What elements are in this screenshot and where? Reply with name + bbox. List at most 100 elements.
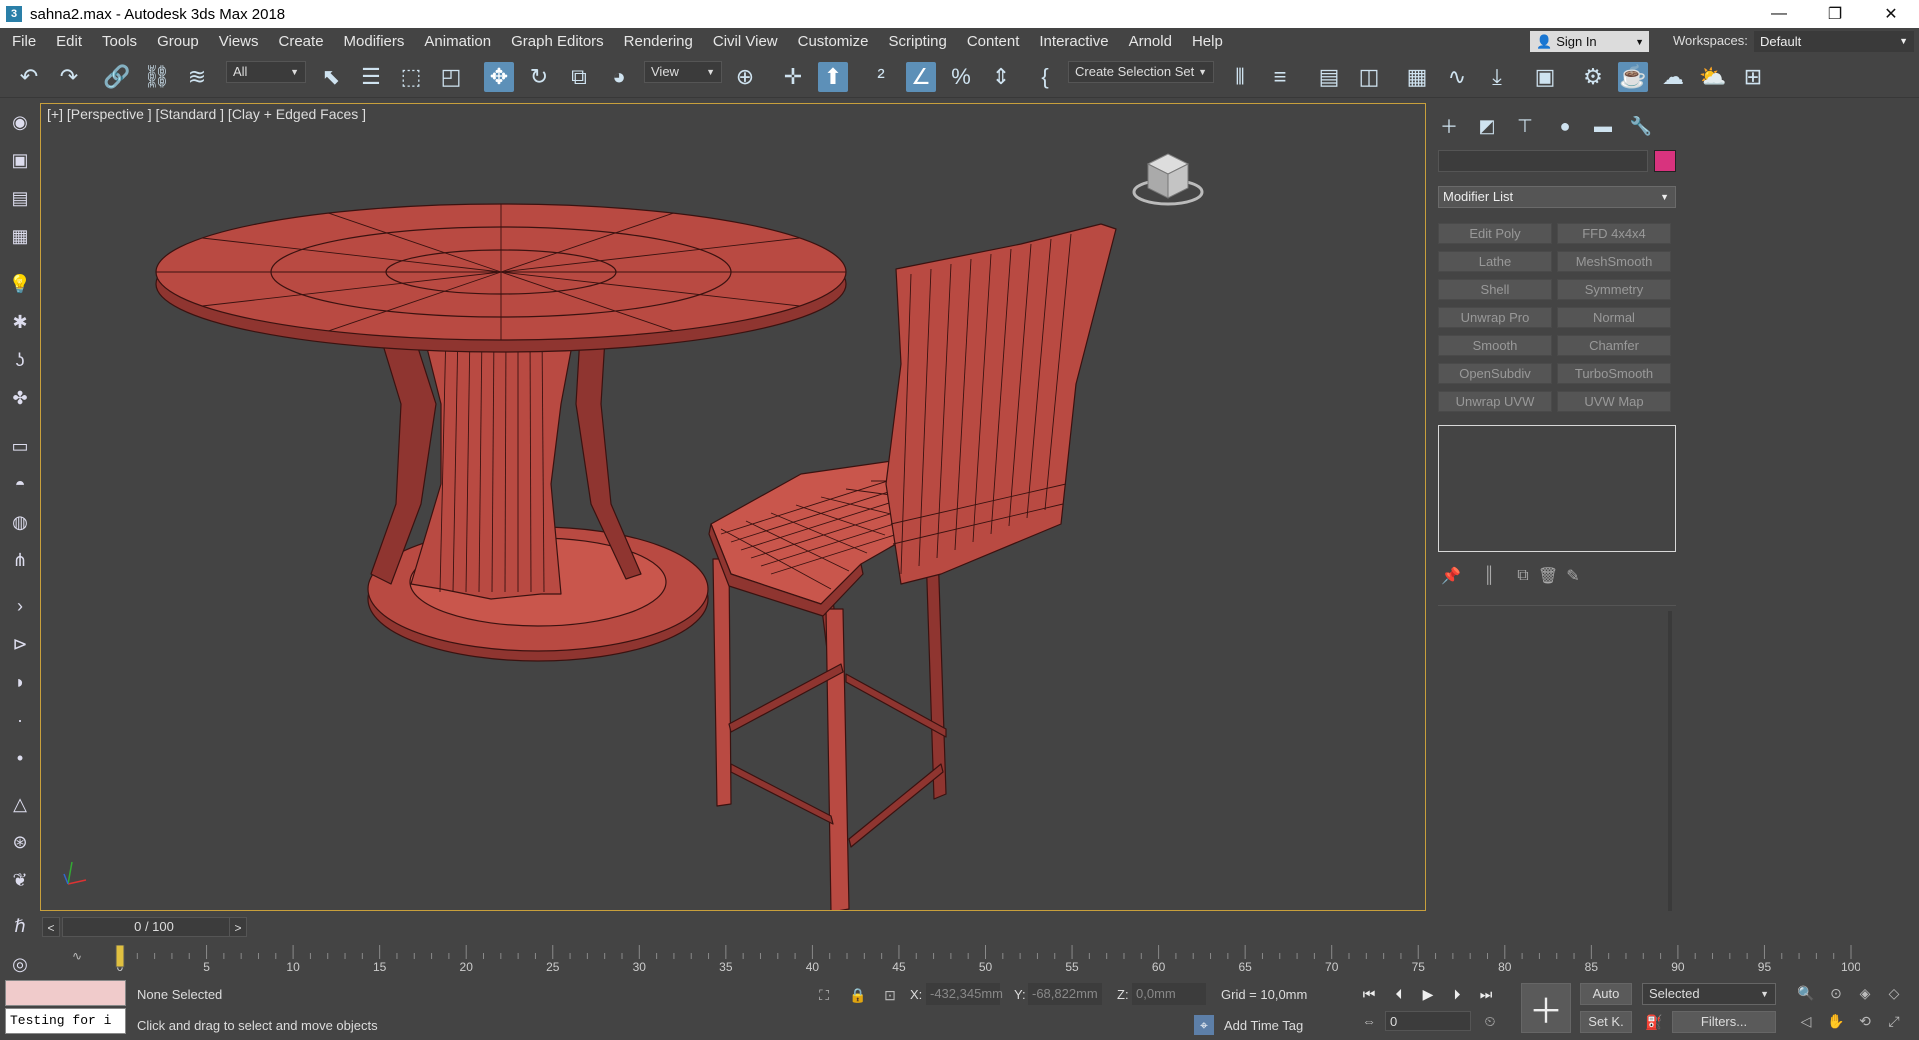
unlink-icon[interactable]: ⛓ [142, 62, 172, 92]
go-to-end-icon[interactable]: ⏭ [1476, 983, 1496, 1005]
scene-explorer-icon[interactable]: ▤ [1314, 62, 1344, 92]
box-icon[interactable]: ▭ [8, 434, 32, 458]
filters-button[interactable]: Filters... [1672, 1011, 1776, 1033]
menu-views[interactable]: Views [209, 28, 269, 56]
display-tab-icon[interactable]: ▬ [1588, 111, 1618, 141]
triangle-icon[interactable]: △ [8, 792, 32, 816]
red-dot-icon[interactable]: • [8, 746, 32, 770]
pin-stack-icon[interactable]: 📌 [1440, 565, 1462, 587]
menu-interactive[interactable]: Interactive [1029, 28, 1118, 56]
modifier-button-normal[interactable]: Normal [1557, 307, 1671, 328]
set-key-big-icon[interactable]: ＋ [1521, 983, 1571, 1033]
auto-key-button[interactable]: Auto [1580, 983, 1632, 1005]
mirror-icon[interactable]: ⫴ [1225, 62, 1255, 92]
edit-named-selection-icon[interactable]: { [1030, 62, 1060, 92]
a360-gallery-icon[interactable]: ⊞ [1738, 62, 1768, 92]
named-selection-set-dropdown[interactable]: Create Selection Set ▼ [1068, 61, 1214, 83]
pan-view-icon[interactable]: ✋ [1826, 1011, 1846, 1031]
next-frame-icon[interactable]: ⏵ [1447, 983, 1467, 1005]
time-slider[interactable]: 0 / 100 [62, 917, 246, 937]
eye-icon[interactable]: ◉ [8, 110, 32, 134]
object-name-field[interactable] [1438, 150, 1648, 172]
viewcube-icon[interactable] [1132, 153, 1204, 206]
spinner-snap-icon[interactable]: ⇕ [986, 62, 1016, 92]
selection-filter-dropdown[interactable]: All ▼ [226, 61, 306, 83]
modifier-button-meshsmooth[interactable]: MeshSmooth [1557, 251, 1671, 272]
configure-modifier-sets-icon[interactable]: ✎ [1562, 565, 1584, 587]
perspective-viewport[interactable]: [+] [Perspective ] [Standard ] [Clay + E… [40, 103, 1426, 911]
time-slider-next-button[interactable]: > [229, 917, 247, 937]
restore-button[interactable]: ❐ [1807, 0, 1863, 28]
menu-content[interactable]: Content [957, 28, 1030, 56]
modifier-button-symmetry[interactable]: Symmetry [1557, 279, 1671, 300]
motion-tab-icon[interactable]: ● [1550, 111, 1580, 141]
orbit-icon[interactable]: ⟲ [1855, 1011, 1875, 1031]
curve-editor-icon[interactable]: ∿ [1442, 62, 1472, 92]
select-and-rotate-icon[interactable]: ↻ [524, 62, 554, 92]
remove-modifier-icon[interactable]: 🗑 [1537, 565, 1559, 587]
zoom-all-icon[interactable]: ⊙ [1826, 983, 1846, 1003]
grass-icon[interactable]: ⋔ [8, 548, 32, 572]
menu-modifiers[interactable]: Modifiers [334, 28, 415, 56]
x-coord-field[interactable]: -432,345mm [926, 983, 1003, 1005]
create-tab-icon[interactable]: ＋ [1434, 111, 1464, 141]
time-configuration-icon[interactable]: ⏲ [1480, 1011, 1500, 1031]
plant-icon[interactable]: ❦ [8, 868, 32, 892]
z-coord-field[interactable]: 0,0mm [1132, 983, 1206, 1005]
menu-scripting[interactable]: Scripting [878, 28, 956, 56]
keyboard-shortcut-override-icon[interactable]: ⬆ [818, 62, 848, 92]
arrow-right-icon[interactable]: › [8, 594, 32, 618]
zoom-icon[interactable]: 🔍 [1796, 983, 1816, 1003]
menu-customize[interactable]: Customize [788, 28, 879, 56]
sphere-icon[interactable]: ◍ [8, 510, 32, 534]
select-and-place-icon[interactable]: ◕ [604, 62, 634, 92]
play-icon[interactable]: ▶ [1418, 983, 1438, 1005]
selection-lock-icon[interactable]: 🔒 [848, 985, 868, 1005]
angle-snap-icon[interactable]: ∠ [906, 62, 936, 92]
select-manipulate-icon[interactable]: ✛ [778, 62, 808, 92]
go-to-start-icon[interactable]: ⏮ [1359, 983, 1379, 1005]
maxscript-mini-listener[interactable]: Testing for i [5, 1008, 126, 1034]
layer-explorer-icon[interactable]: ◫ [1354, 62, 1384, 92]
close-button[interactable]: ✕ [1863, 0, 1919, 28]
menu-edit[interactable]: Edit [46, 28, 92, 56]
modifier-button-edit-poly[interactable]: Edit Poly [1438, 223, 1552, 244]
gear-icon[interactable]: ✱ [8, 310, 32, 334]
make-unique-icon[interactable]: ⧉ [1512, 565, 1534, 587]
select-by-name-icon[interactable]: ☰ [356, 62, 386, 92]
dot-icon[interactable]: · [8, 708, 32, 732]
hierarchy-tab-icon[interactable]: ⊤ [1510, 111, 1540, 141]
rendered-frame-window-icon[interactable]: ☕ [1618, 62, 1648, 92]
hf-icon[interactable]: ℏ [8, 914, 32, 938]
redo-icon[interactable]: ↷ [54, 62, 84, 92]
undo-icon[interactable]: ↶ [14, 62, 44, 92]
menu-rendering[interactable]: Rendering [614, 28, 703, 56]
image-icon[interactable]: ▣ [8, 148, 32, 172]
maximize-viewport-icon[interactable]: ⤢ [1884, 1011, 1904, 1031]
link-icon[interactable]: 🔗 [102, 62, 132, 92]
dome-icon[interactable]: ◓ [8, 472, 32, 496]
viewport-label[interactable]: [+] [Perspective ] [Standard ] [Clay + E… [47, 106, 366, 122]
modifier-button-uvw-map[interactable]: UVW Map [1557, 391, 1671, 412]
add-time-tag-button[interactable]: Add Time Tag [1224, 1018, 1303, 1033]
menu-civil-view[interactable]: Civil View [703, 28, 788, 56]
key-mode-toggle-icon[interactable]: ⇔ [1359, 1011, 1379, 1031]
menu-tools[interactable]: Tools [92, 28, 147, 56]
show-end-result-icon[interactable]: ║ [1478, 565, 1500, 587]
modifier-button-turbosmooth[interactable]: TurboSmooth [1557, 363, 1671, 384]
select-and-scale-icon[interactable]: ⧉ [564, 62, 594, 92]
align-icon[interactable]: ≡ [1265, 62, 1295, 92]
modifier-stack[interactable] [1438, 425, 1676, 552]
track-bar[interactable]: 0510152025303540455055606570758085909510… [48, 945, 1860, 973]
minimize-button[interactable]: — [1751, 0, 1807, 28]
shell-icon[interactable]: ◎ [8, 952, 32, 976]
hook-icon[interactable]: ʖ [8, 348, 32, 372]
select-object-icon[interactable]: ⬉ [316, 62, 346, 92]
half-circle-icon[interactable]: ◗ [8, 670, 32, 694]
modifier-button-unwrap-pro[interactable]: Unwrap Pro [1438, 307, 1552, 328]
modifier-button-shell[interactable]: Shell [1438, 279, 1552, 300]
current-frame-field[interactable]: 0 [1385, 1011, 1471, 1031]
set-key-button[interactable]: Set K. [1580, 1011, 1632, 1033]
film-icon[interactable]: ▦ [8, 224, 32, 248]
sign-in-button[interactable]: 👤 Sign In ▼ [1530, 31, 1649, 52]
